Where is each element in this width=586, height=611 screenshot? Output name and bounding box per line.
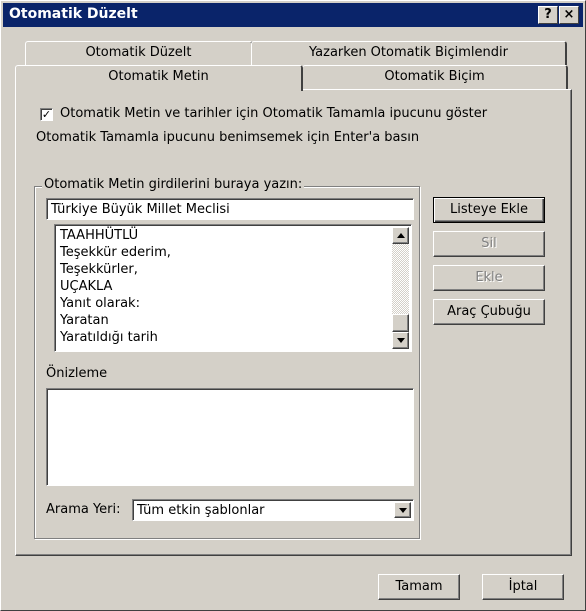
ok-button[interactable]: Tamam	[378, 574, 460, 600]
arrow-up-icon	[397, 233, 405, 238]
autotext-entries-group-label: Otomatik Metin girdilerini buraya yazın:	[42, 177, 305, 192]
help-button[interactable]: ?	[538, 6, 558, 24]
scrollbar-thumb[interactable]	[392, 314, 409, 332]
arrow-down-icon	[397, 338, 405, 343]
tab-autoformat-as-you-type[interactable]: Yazarken Otomatik Biçimlendir	[251, 41, 567, 65]
autotext-entry-input[interactable]: Türkiye Büyük Millet Meclisi	[46, 198, 414, 220]
list-item[interactable]: Yaratıldığı tarih	[57, 329, 392, 346]
dropdown-button[interactable]	[394, 502, 411, 518]
look-in-value: Tüm etkin şablonlar	[137, 503, 265, 518]
list-item[interactable]: Yaratan	[57, 312, 392, 329]
chevron-down-icon	[399, 508, 407, 513]
add-to-list-button[interactable]: Listeye Ekle	[433, 197, 545, 223]
title-bar[interactable]: Otomatik Düzelt ? ×	[3, 3, 583, 27]
window-title: Otomatik Düzelt	[9, 6, 138, 22]
close-button[interactable]: ×	[559, 6, 579, 24]
autotext-entry-input-value: Türkiye Büyük Millet Meclisi	[51, 202, 230, 217]
toolbar-button[interactable]: Araç Çubuğu	[433, 299, 545, 325]
show-autocomplete-tip-checkbox[interactable]: ✓	[40, 108, 53, 121]
look-in-dropdown[interactable]: Tüm etkin şablonlar	[132, 499, 414, 521]
list-item[interactable]: Teşekkür ederim,	[57, 244, 392, 261]
scroll-up-button[interactable]	[392, 227, 409, 244]
preview-box	[46, 388, 414, 486]
preview-label: Önizleme	[46, 366, 108, 381]
scroll-down-button[interactable]	[392, 332, 409, 349]
autotext-list[interactable]: TAAHHÜTLÜ Teşekkür ederim, Teşekkürler, …	[54, 224, 412, 352]
scrollbar-track[interactable]	[392, 244, 409, 314]
show-autocomplete-tip-label: Otomatik Metin ve tarihler için Otomatik…	[60, 106, 488, 121]
list-item[interactable]: Teşekkürler,	[57, 261, 392, 278]
delete-button[interactable]: Sil	[433, 231, 545, 257]
tab-autocorrect[interactable]: Otomatik Düzelt	[25, 41, 253, 65]
autocorrect-dialog: Otomatik Düzelt ? × Otomatik Düzelt Yaza…	[0, 0, 586, 611]
enter-hint-text: Otomatik Tamamla ipucunu benimsemek için…	[36, 130, 420, 145]
cancel-button[interactable]: İptal	[482, 574, 564, 600]
tab-autoformat[interactable]: Otomatik Biçim	[302, 65, 568, 89]
tab-autotext[interactable]: Otomatik Metin	[15, 65, 303, 91]
list-item[interactable]: Yanıt olarak:	[57, 295, 392, 312]
tab-panel: ✓ Otomatik Metin ve tarihler için Otomat…	[15, 89, 572, 556]
insert-button[interactable]: Ekle	[433, 265, 545, 291]
look-in-label: Arama Yeri:	[46, 502, 121, 517]
list-item[interactable]: UÇAKLA	[57, 278, 392, 295]
list-item[interactable]: TAAHHÜTLÜ	[57, 227, 392, 244]
